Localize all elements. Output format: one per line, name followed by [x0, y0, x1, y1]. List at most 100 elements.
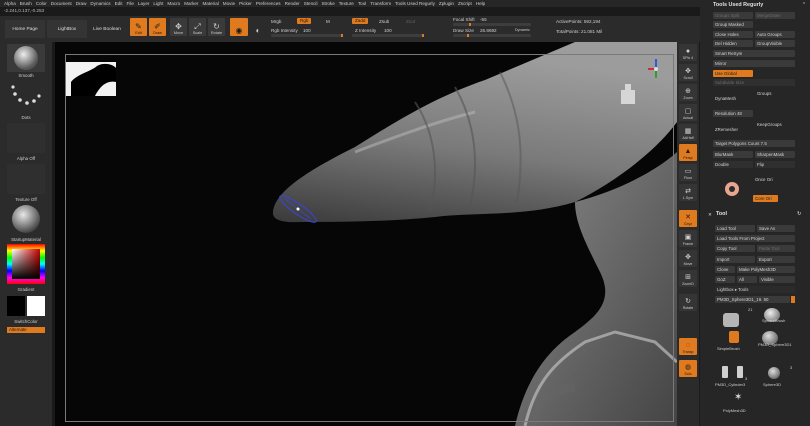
blur-mask-button[interactable]: BlurMask	[713, 151, 753, 158]
menu-item[interactable]: Texture	[339, 1, 358, 6]
view-button-frame[interactable]: ▣ Frame	[679, 230, 697, 247]
view-button-gxyz[interactable]: ✕ Gxyz	[679, 210, 697, 227]
view-button-persp[interactable]: ▲ Persp	[679, 144, 697, 161]
live-boolean-button[interactable]: Live Boolean	[89, 20, 125, 38]
texture-slot[interactable]	[7, 164, 45, 194]
stroke-slot[interactable]	[7, 82, 45, 112]
simplebrush-thumb[interactable]	[729, 331, 739, 343]
save-as-button[interactable]: Save As	[757, 225, 795, 232]
tool-collapse-icon[interactable]: ✕	[708, 212, 712, 218]
lightbox-tools-button[interactable]: Lightbox ▸ Tools	[715, 286, 795, 293]
mrgb-toggle[interactable]: Mrgb	[271, 19, 281, 24]
paste-tool-button[interactable]: Paste Tool	[757, 245, 795, 252]
polymesh3d-icon[interactable]: ✶	[734, 392, 742, 403]
export-button[interactable]: Export	[757, 256, 795, 263]
groups-split-button[interactable]: Groups Split	[713, 12, 753, 19]
view-button-solo[interactable]: ◍ Solo	[679, 360, 697, 377]
current-tool-thumb[interactable]	[723, 313, 739, 327]
menu-item[interactable]: Layer	[138, 1, 154, 6]
sphere3d-thumb[interactable]	[768, 367, 780, 379]
close-holes-button[interactable]: Close Holes	[713, 31, 753, 38]
switch-color-button[interactable]: SwitchColor	[0, 319, 52, 324]
copy-tool-button[interactable]: Copy Tool	[715, 245, 755, 252]
resolution-slider[interactable]: Resolution 48	[713, 110, 753, 117]
smart-resym-button[interactable]: Smart ReSym	[713, 50, 795, 57]
menu-item[interactable]: Zplugin	[439, 1, 458, 6]
del-hidden-button[interactable]: Del Hidden	[713, 40, 753, 47]
menu-item[interactable]: Light	[153, 1, 167, 6]
menu-item[interactable]: Transform	[370, 1, 395, 6]
menu-item[interactable]: Material	[202, 1, 222, 6]
rgb-intensity-slider[interactable]	[271, 34, 343, 37]
main-color-swatch[interactable]	[7, 296, 25, 316]
canvas-viewport[interactable]	[55, 42, 677, 426]
double-toggle[interactable]: Double	[713, 161, 753, 168]
all-button[interactable]: All	[737, 276, 757, 283]
menu-item[interactable]: Edit	[115, 1, 127, 6]
sharpen-mask-button[interactable]: SharpenMask	[755, 151, 795, 158]
view-button-scroll[interactable]: ✥ Scroll	[679, 64, 697, 81]
mirror-button[interactable]: Mirror	[713, 60, 795, 67]
menu-item[interactable]: Tools Used Regurly	[395, 1, 439, 6]
home-page-button[interactable]: Home Page	[5, 20, 45, 38]
current-tool-slider[interactable]: PM3D_Sphere3D1_19. 50	[715, 296, 790, 303]
menu-item[interactable]: Dynamics	[90, 1, 114, 6]
visible-button[interactable]: Visible	[759, 276, 795, 283]
view-button-rotate[interactable]: ↻ Rotate	[679, 294, 697, 311]
menu-item[interactable]: Macro	[167, 1, 184, 6]
auto-groups-button[interactable]: Auto Groups	[755, 31, 795, 38]
menu-item[interactable]: Zscript	[458, 1, 476, 6]
scale-mode-button[interactable]: ⤢ Scale	[189, 18, 206, 36]
core-ori-toggle[interactable]: Core Ori	[753, 195, 778, 202]
secondary-color-swatch[interactable]	[27, 296, 45, 316]
menu-item[interactable]: Marker	[184, 1, 202, 6]
zcut-toggle[interactable]: Zcut	[406, 19, 415, 24]
edit-mode-button[interactable]: ✎ Edit	[130, 18, 147, 36]
tool-section-title[interactable]: Tool	[716, 211, 727, 217]
zsub-toggle[interactable]: Zsub	[379, 19, 389, 24]
brush-slot[interactable]	[7, 44, 45, 72]
rgb-toggle[interactable]: Rgb	[297, 18, 312, 24]
load-tools-from-project-button[interactable]: Load Tools From Project	[715, 235, 795, 242]
menu-item[interactable]: Document	[51, 1, 76, 6]
view-button-actual[interactable]: ▢ Actual	[679, 104, 697, 121]
menu-item[interactable]: Brush	[20, 1, 36, 6]
view-button-zoom[interactable]: ⊕ Zoom	[679, 84, 697, 101]
view-button-lsym[interactable]: ⇄ L.Sym	[679, 184, 697, 201]
rotate-mode-button[interactable]: ↻ Rotate	[208, 18, 225, 36]
brush-size-icon[interactable]	[725, 182, 739, 196]
menu-item[interactable]: Render	[285, 1, 304, 6]
m-toggle[interactable]: M	[326, 19, 330, 24]
view-button-floor[interactable]: ▭ Floor	[679, 164, 697, 181]
focal-shift-slider[interactable]	[453, 23, 531, 26]
menu-item[interactable]: Color	[36, 1, 51, 6]
color-wheel-button[interactable]: ◐	[251, 18, 265, 36]
material-swatch-button[interactable]: ◉	[230, 18, 248, 36]
load-tool-button[interactable]: Load Tool	[715, 225, 755, 232]
dynamic-toggle[interactable]: Dynamic	[515, 28, 530, 32]
merge-down-button[interactable]: MergeDown	[755, 12, 795, 19]
menu-item[interactable]: Stencil	[304, 1, 322, 6]
target-polygons-slider[interactable]: Target Polygons Count 7.5	[713, 140, 795, 147]
view-button-aahalf[interactable]: ▦ AAHalf	[679, 124, 697, 141]
tool-refresh-icon[interactable]: ↻	[797, 211, 802, 217]
menu-item[interactable]: Tool	[358, 1, 370, 6]
alternate-button[interactable]: Alternate	[7, 327, 45, 333]
flip-toggle[interactable]: Flip	[755, 161, 795, 168]
menu-item[interactable]: Picker	[239, 1, 256, 6]
menu-item[interactable]: Stroke	[321, 1, 338, 6]
menu-item[interactable]: Alpha	[4, 1, 20, 6]
move-mode-button[interactable]: ✥ Move	[170, 18, 187, 36]
view-button-spix[interactable]: ● SPix 4	[679, 44, 697, 61]
zadd-toggle[interactable]: Zadd	[352, 18, 369, 24]
view-button-transp[interactable]: ◌ Transp	[679, 338, 697, 355]
dynamesh-button[interactable]: DynaMesh	[715, 96, 736, 101]
groups-toggle[interactable]: Groups	[757, 91, 771, 96]
draw-size-slider[interactable]	[453, 34, 531, 37]
alpha-slot[interactable]	[7, 123, 45, 153]
view-button-zoomd[interactable]: ⊞ ZoomD	[679, 270, 697, 287]
group-visible-button[interactable]: GroupVisible	[755, 40, 795, 47]
menu-item[interactable]: Help	[476, 1, 489, 6]
make-polymesh3d-button[interactable]: Make PolyMesh3D	[737, 266, 795, 273]
menu-item[interactable]: Movie	[223, 1, 239, 6]
